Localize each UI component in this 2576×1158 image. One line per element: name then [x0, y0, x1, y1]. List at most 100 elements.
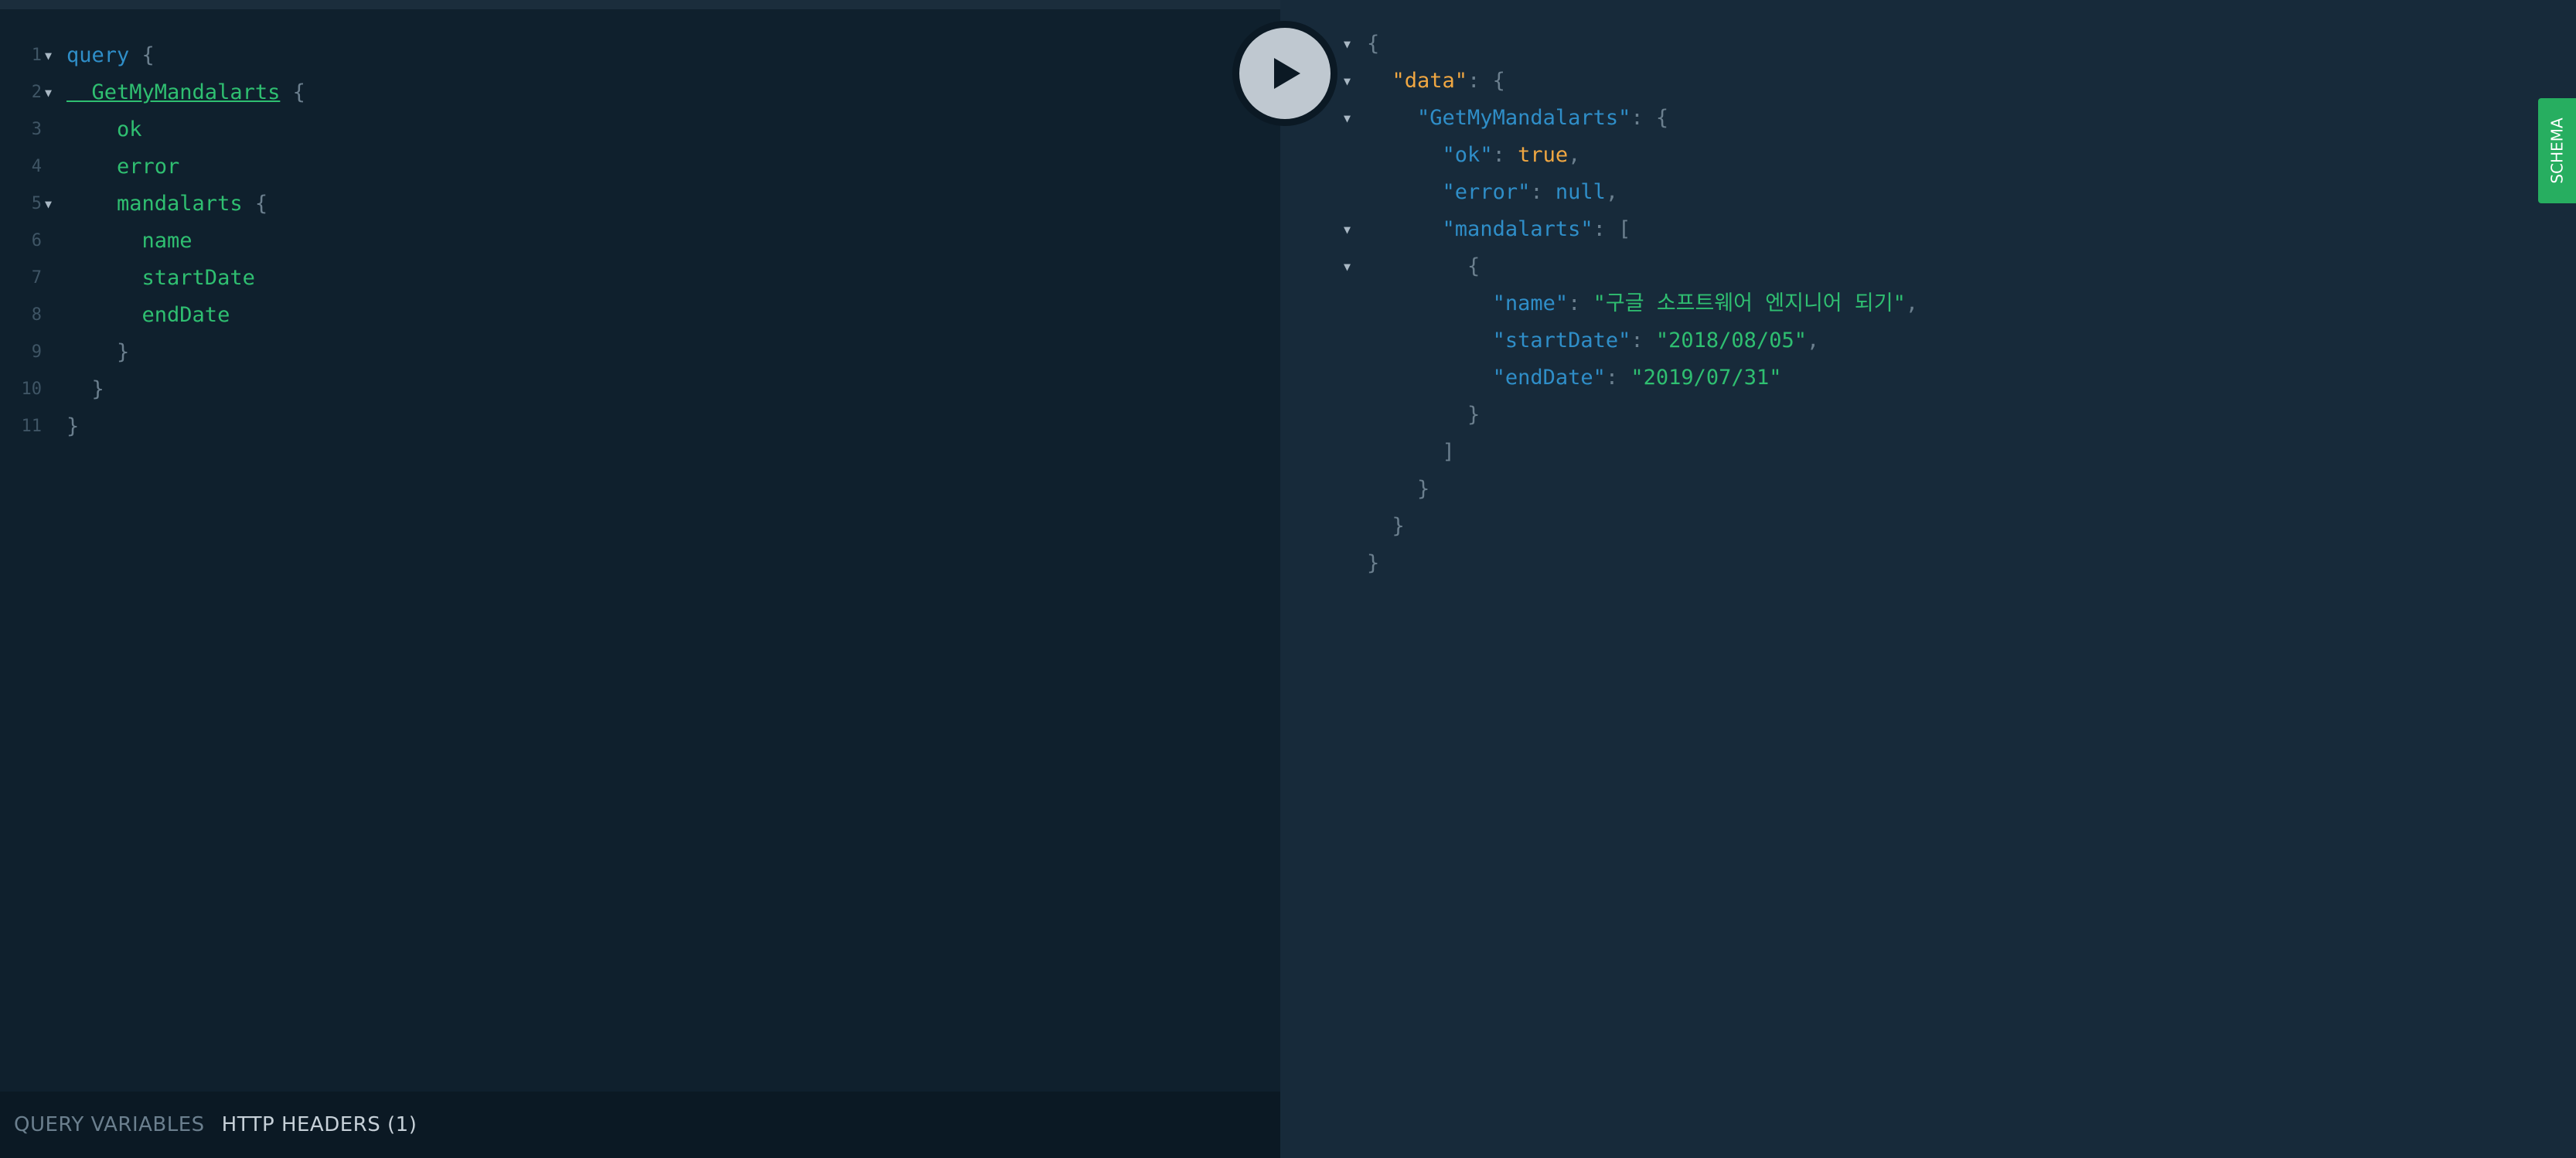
code-text: mandalarts { — [66, 186, 267, 223]
json-token: , — [1605, 180, 1619, 204]
code-token: endDate — [66, 303, 230, 327]
json-token: } — [1367, 477, 1430, 501]
result-line: "GetMyMandalarts": { — [1367, 100, 1668, 137]
json-token: "endDate" — [1492, 366, 1606, 390]
code-token: } — [66, 377, 104, 401]
json-token: : — [1630, 329, 1656, 353]
code-text: } — [66, 334, 129, 371]
line-number: 3 — [31, 120, 42, 139]
query-variables-tab[interactable]: QUERY VARIABLES — [14, 1113, 205, 1136]
code-line[interactable]: 1 ▼ query { — [0, 37, 1237, 74]
json-token: "2019/07/31" — [1630, 366, 1782, 390]
result-line: } — [1367, 397, 1480, 434]
json-token: : [ — [1593, 217, 1631, 241]
json-token: "name" — [1492, 291, 1569, 315]
code-line[interactable]: 5 ▼ mandalarts { — [0, 186, 1237, 223]
query-editor[interactable]: 1 ▼ query {2 ▼ GetMyMandalarts {3 ok 4 error… — [0, 0, 1280, 1158]
schema-label: SCHEMA — [2547, 118, 2567, 184]
result-line: ] — [1367, 434, 1455, 471]
execute-query-button[interactable] — [1232, 21, 1337, 126]
code-text: } — [66, 408, 79, 445]
json-token: : — [1530, 180, 1555, 204]
json-token: } — [1367, 514, 1405, 538]
code-line[interactable]: 4 error — [0, 148, 1237, 186]
code-text: endDate — [66, 297, 230, 334]
schema-button[interactable]: SCHEMA — [2538, 98, 2576, 203]
chevron-down-icon[interactable]: ▼ — [45, 37, 52, 74]
json-token: ] — [1367, 440, 1455, 464]
result-line: "startDate": "2018/08/05", — [1367, 322, 1820, 359]
code-line[interactable]: 11} — [0, 408, 1237, 445]
line-number: 10 — [21, 380, 43, 399]
bottom-panel-bar: QUERY VARIABLES HTTP HEADERS (1) — [0, 1092, 1280, 1158]
line-number: 6 — [31, 231, 42, 250]
json-token: : { — [1630, 106, 1669, 130]
code-line[interactable]: 2 ▼ GetMyMandalarts { — [0, 74, 1237, 111]
play-icon — [1239, 28, 1331, 119]
result-line: } — [1367, 508, 1405, 545]
result-line: { — [1367, 248, 1480, 285]
editor-tab-bar — [0, 0, 1280, 9]
code-token: error — [66, 155, 180, 179]
json-token: , — [1905, 291, 1919, 315]
code-text: } — [66, 371, 104, 408]
line-number: 9 — [31, 342, 42, 362]
json-token: : — [1605, 366, 1631, 390]
result-line: } — [1367, 471, 1429, 508]
code-token: } — [66, 340, 130, 364]
json-token: "error" — [1442, 180, 1531, 204]
code-line[interactable]: 10 } — [0, 371, 1237, 408]
json-token: "data" — [1392, 69, 1468, 93]
code-line[interactable]: 9 } — [0, 334, 1237, 371]
code-text: startDate — [66, 260, 255, 297]
code-line[interactable]: 7 startDate — [0, 260, 1237, 297]
code-token: { — [280, 80, 305, 104]
code-token: startDate — [66, 266, 255, 290]
result-line: "mandalarts": [ — [1367, 211, 1631, 248]
result-line: "data": { — [1367, 63, 1505, 100]
json-token: "GetMyMandalarts" — [1417, 106, 1631, 130]
json-token: "startDate" — [1492, 329, 1631, 353]
http-headers-tab[interactable]: HTTP HEADERS (1) — [222, 1113, 417, 1136]
line-number: 8 — [31, 305, 42, 325]
chevron-down-icon[interactable]: ▼ — [1344, 248, 1351, 285]
code-token: GetMyMandalarts — [66, 80, 281, 104]
json-token: : — [1492, 143, 1518, 167]
results-pane: ▼{▼ "data": {▼ "GetMyMandalarts": { "ok"… — [1280, 0, 2576, 1158]
line-number: 7 — [31, 268, 42, 288]
code-line[interactable]: 3 ok — [0, 111, 1237, 148]
code-text: error — [66, 148, 179, 186]
chevron-down-icon[interactable]: ▼ — [1344, 100, 1351, 137]
json-token: null — [1555, 180, 1606, 204]
json-token: : — [1568, 291, 1593, 315]
json-token: "mandalarts" — [1442, 217, 1593, 241]
code-line[interactable]: 6 name — [0, 223, 1237, 260]
json-token: } — [1367, 551, 1380, 575]
chevron-down-icon[interactable]: ▼ — [45, 74, 52, 111]
chevron-down-icon[interactable]: ▼ — [45, 186, 52, 223]
json-token: "구글 소프트웨어 엔지니어 되기" — [1593, 291, 1906, 315]
code-text: ok — [66, 111, 142, 148]
result-line: "name": "구글 소프트웨어 엔지니어 되기", — [1367, 285, 1919, 322]
chevron-down-icon[interactable]: ▼ — [1344, 211, 1351, 248]
code-token: { — [129, 43, 155, 67]
code-line[interactable]: 8 endDate — [0, 297, 1237, 334]
code-token: query — [66, 43, 130, 67]
json-token: : { — [1467, 69, 1505, 93]
code-token: ok — [66, 118, 142, 141]
chevron-down-icon[interactable]: ▼ — [1344, 26, 1351, 63]
json-token: "ok" — [1442, 143, 1493, 167]
line-number: 11 — [21, 417, 43, 436]
code-token: { — [242, 192, 268, 216]
json-token: , — [1806, 329, 1820, 353]
chevron-down-icon[interactable]: ▼ — [1344, 63, 1351, 100]
code-token: name — [66, 229, 193, 253]
